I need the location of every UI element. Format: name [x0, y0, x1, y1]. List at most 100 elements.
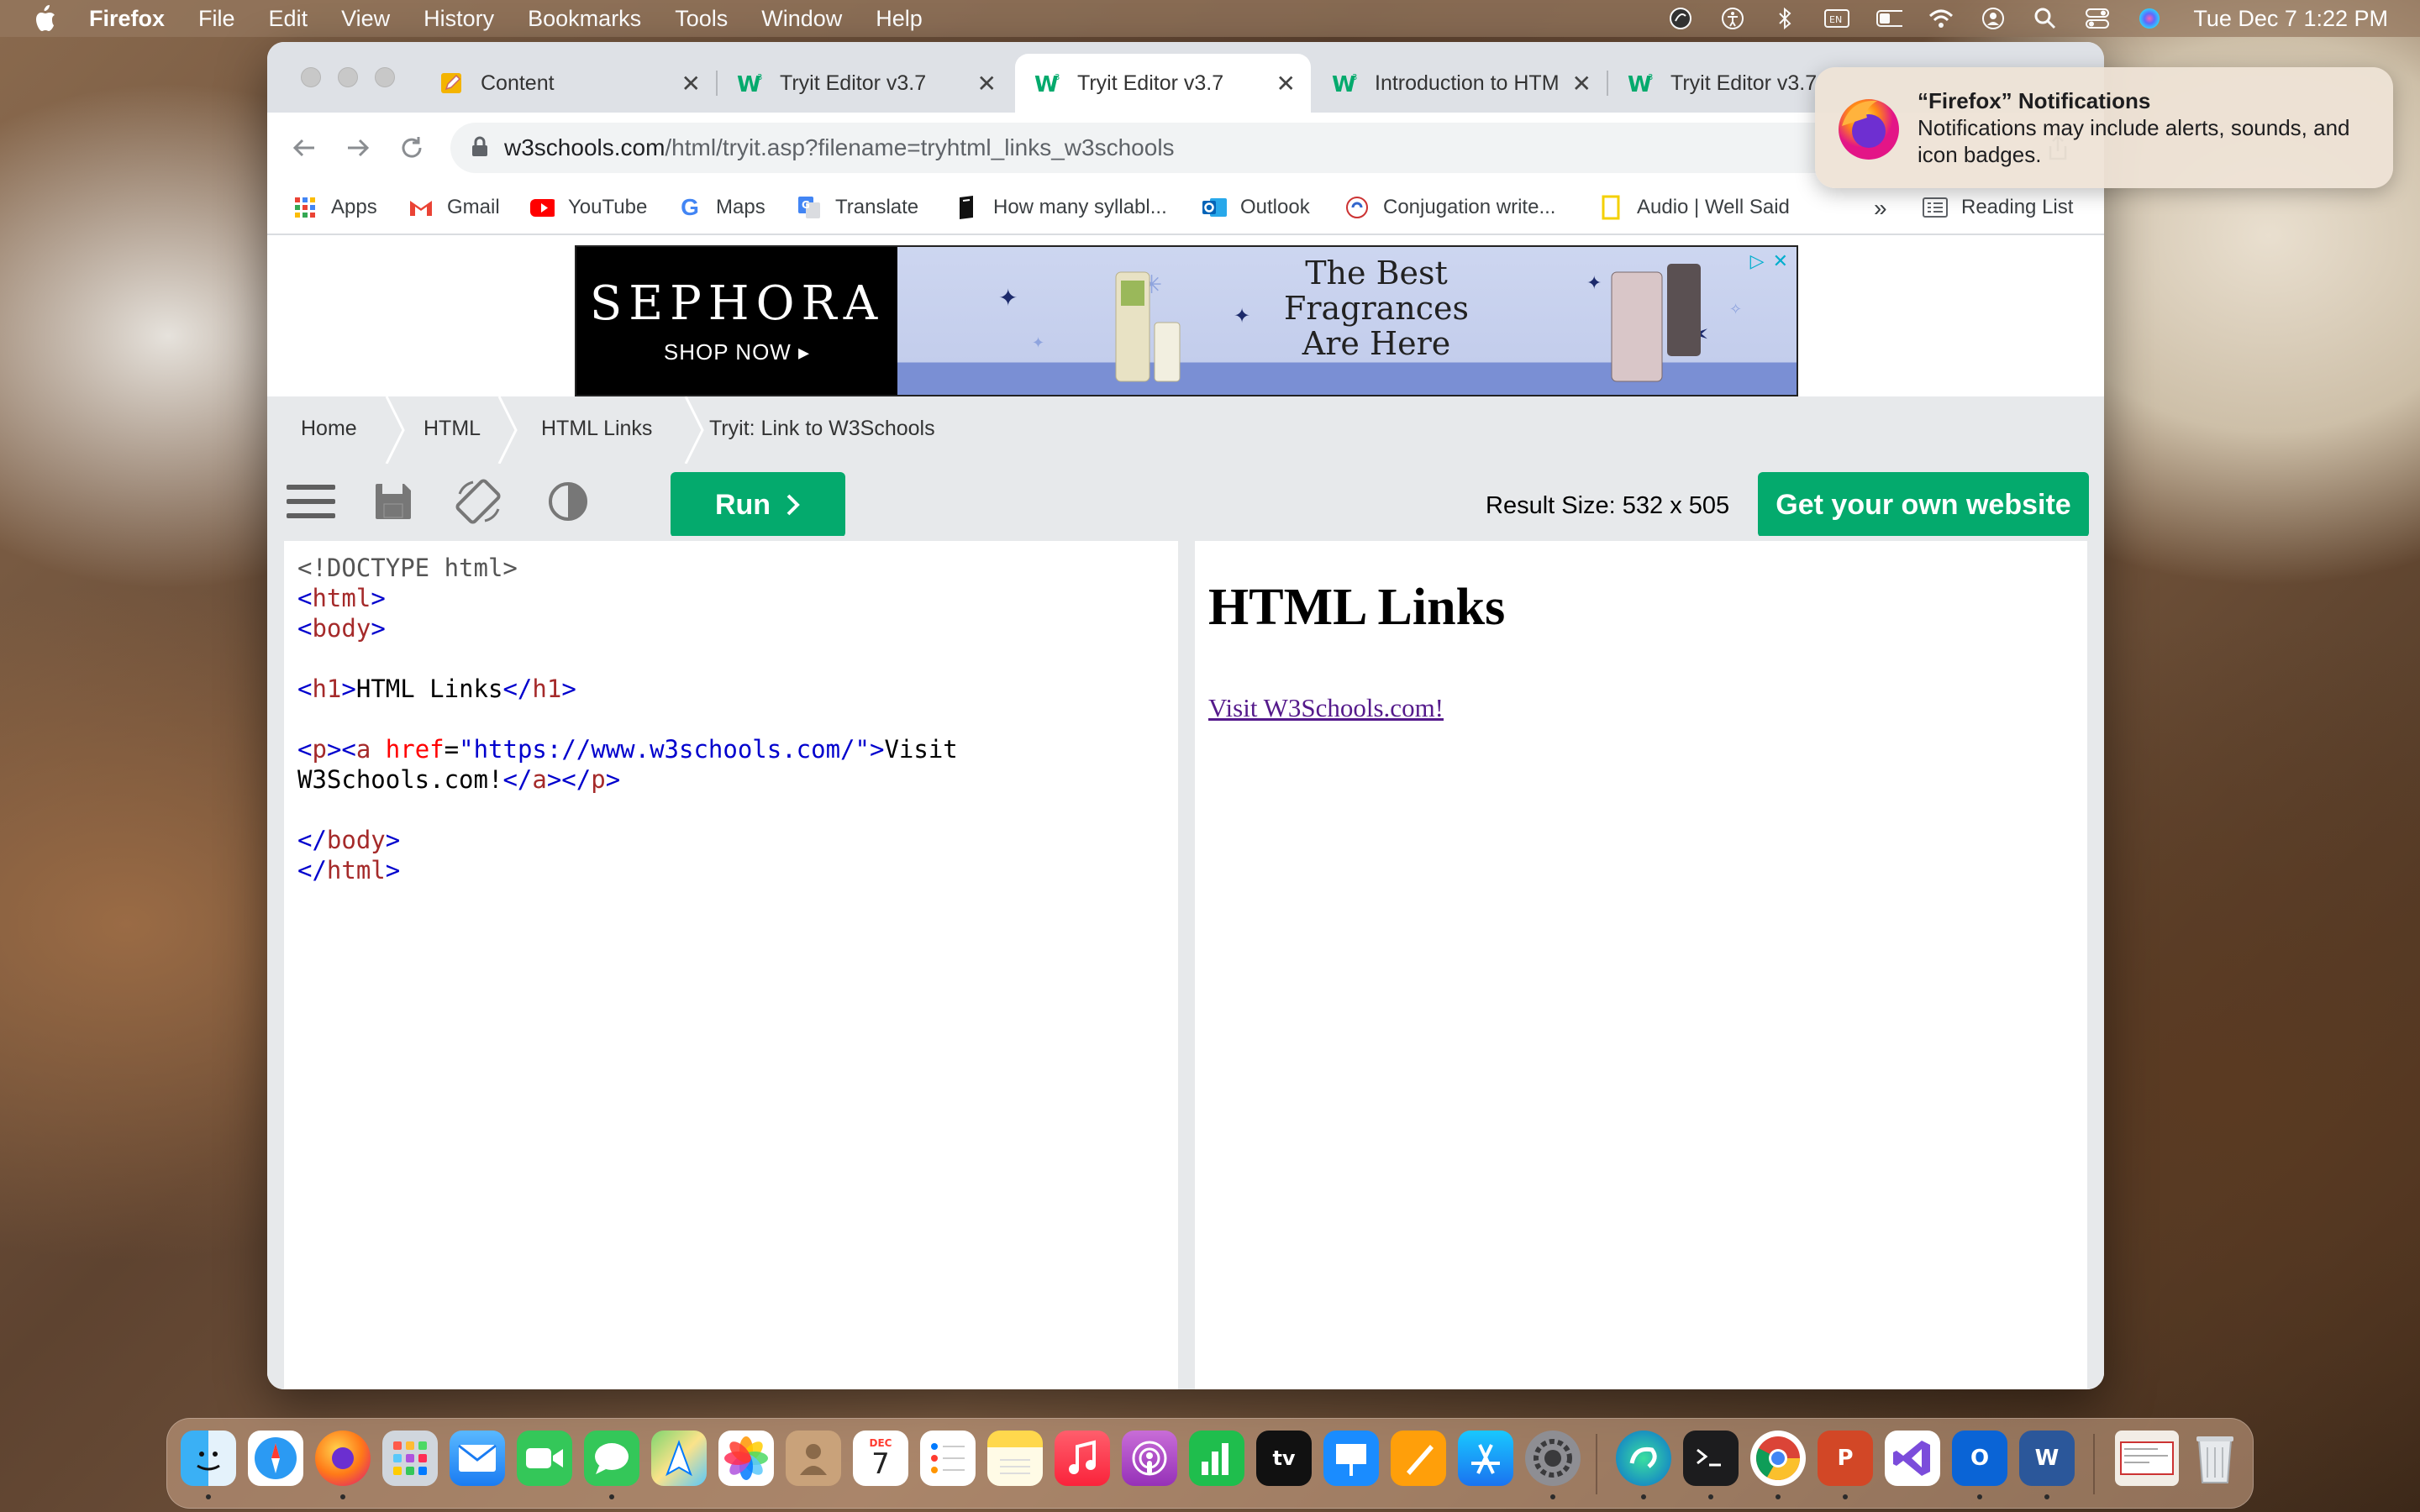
bookmark-conjugation[interactable]: Conjugation write...: [1344, 195, 1555, 220]
contacts-icon[interactable]: [786, 1431, 841, 1486]
pages-icon[interactable]: [1391, 1431, 1446, 1486]
svg-text:EN: EN: [1829, 14, 1842, 25]
bookmarks-overflow-button[interactable]: »: [1874, 195, 1887, 222]
visual-studio-icon[interactable]: [1885, 1431, 1940, 1486]
tab-tryit-active[interactable]: W3 Tryit Editor v3.7 ✕: [1015, 54, 1311, 113]
save-icon[interactable]: [368, 479, 418, 524]
bookmark-gmail[interactable]: Gmail: [408, 195, 500, 220]
tab-close-icon[interactable]: ✕: [1276, 70, 1296, 97]
spotlight-icon[interactable]: [2032, 5, 2059, 32]
breadcrumb-home[interactable]: Home: [301, 417, 357, 441]
numbers-icon[interactable]: [1189, 1431, 1244, 1486]
bookmark-outlook[interactable]: Outlook: [1202, 195, 1310, 220]
close-window-button[interactable]: [301, 67, 321, 87]
result-link[interactable]: Visit W3Schools.com!: [1208, 693, 1444, 723]
system-preferences-icon[interactable]: [1525, 1431, 1581, 1486]
sephora-ad-banner[interactable]: SEPHORA SHOP NOW ▸ ✦✦✦✶ ✳✦✧ The Best Fra…: [575, 245, 1798, 396]
ad-close-icon[interactable]: ✕: [1773, 250, 1788, 272]
firefox-icon[interactable]: [315, 1431, 371, 1486]
wifi-icon[interactable]: [1928, 5, 1954, 32]
tab-tryit-1[interactable]: W3 Tryit Editor v3.7 ✕: [718, 54, 1012, 113]
reminders-icon[interactable]: [920, 1431, 976, 1486]
control-center-icon[interactable]: [2084, 5, 2111, 32]
user-icon[interactable]: [1980, 5, 2007, 32]
mail-icon[interactable]: [450, 1431, 505, 1486]
bookmark-audio-well-said[interactable]: Audio | Well Said: [1598, 195, 1790, 220]
code-editor[interactable]: <!DOCTYPE html> <html> <body> <h1>HTML L…: [284, 541, 1178, 1389]
siri-icon[interactable]: [2136, 5, 2163, 32]
bookmark-translate[interactable]: G Translate: [797, 195, 918, 220]
maps-icon[interactable]: [651, 1431, 707, 1486]
apple-menu-icon[interactable]: [30, 2, 59, 35]
reload-icon[interactable]: [395, 131, 429, 165]
input-source-icon[interactable]: EN: [1823, 5, 1850, 32]
minimize-window-button[interactable]: [338, 67, 358, 87]
svg-text:3: 3: [1648, 73, 1653, 82]
tab-tryit-2[interactable]: W3 Tryit Editor v3.7: [1608, 54, 1818, 113]
menu-hamburger-icon[interactable]: [286, 479, 336, 524]
downloads-stack-icon[interactable]: [2115, 1431, 2179, 1486]
trash-icon[interactable]: [2187, 1431, 2243, 1486]
result-size-label: Result Size: 532 x 505: [1486, 492, 1730, 519]
app-store-icon[interactable]: [1458, 1431, 1513, 1486]
menu-edit[interactable]: Edit: [269, 6, 308, 32]
bookmark-label: Conjugation write...: [1383, 196, 1556, 218]
terminal-icon[interactable]: [1683, 1431, 1739, 1486]
facetime-icon[interactable]: [517, 1431, 572, 1486]
tv-label: tv: [1272, 1446, 1296, 1470]
menu-app-name[interactable]: Firefox: [89, 6, 165, 32]
messages-icon[interactable]: [584, 1431, 639, 1486]
reading-list-button[interactable]: Reading List: [1923, 195, 2073, 220]
outlook-app-icon[interactable]: O: [1952, 1431, 2007, 1486]
tab-close-icon[interactable]: ✕: [681, 70, 701, 97]
menu-help[interactable]: Help: [876, 6, 923, 32]
photos-icon[interactable]: [718, 1431, 774, 1486]
firefox-notification[interactable]: “Firefox” Notifications Notifications ma…: [1815, 67, 2393, 188]
tab-content[interactable]: Content ✕: [418, 54, 716, 113]
tab-close-icon[interactable]: ✕: [1572, 70, 1591, 97]
svg-text:✦: ✦: [1032, 334, 1044, 351]
menu-tools[interactable]: Tools: [675, 6, 728, 32]
bookmark-youtube[interactable]: YouTube: [529, 195, 647, 220]
circle-status-icon[interactable]: [1667, 5, 1694, 32]
forward-arrow-icon[interactable]: [341, 131, 375, 165]
tab-introduction[interactable]: W3 Introduction to HTM ✕: [1313, 54, 1607, 113]
dark-mode-contrast-icon[interactable]: [543, 479, 593, 524]
launchpad-icon[interactable]: [382, 1431, 438, 1486]
menu-bookmarks[interactable]: Bookmarks: [528, 6, 641, 32]
get-your-own-website-button[interactable]: Get your own website: [1758, 472, 2089, 538]
safari-icon[interactable]: [248, 1431, 303, 1486]
bookmark-syllables[interactable]: How many syllabl...: [955, 195, 1167, 220]
bluetooth-icon[interactable]: [1771, 5, 1798, 32]
bookmark-apps[interactable]: Apps: [292, 195, 377, 220]
word-icon[interactable]: W: [2019, 1431, 2075, 1486]
ad-info-icon[interactable]: ▷: [1750, 250, 1765, 272]
powerpoint-icon[interactable]: P: [1818, 1431, 1873, 1486]
breadcrumb-html-links[interactable]: HTML Links: [541, 417, 652, 441]
macos-menu-bar: Firefox File Edit View History Bookmarks…: [0, 0, 2420, 37]
menu-window[interactable]: Window: [761, 6, 842, 32]
keynote-icon[interactable]: [1323, 1431, 1379, 1486]
menu-view[interactable]: View: [341, 6, 390, 32]
apple-tv-icon[interactable]: tv: [1256, 1431, 1312, 1486]
notes-icon[interactable]: [987, 1431, 1043, 1486]
podcasts-icon[interactable]: [1122, 1431, 1177, 1486]
back-arrow-icon[interactable]: [287, 131, 321, 165]
zoom-window-button[interactable]: [375, 67, 395, 87]
finder-icon[interactable]: [181, 1431, 236, 1486]
calendar-icon[interactable]: DEC 7: [853, 1431, 908, 1486]
ad-choices[interactable]: ▷ ✕: [1750, 250, 1788, 272]
edge-canary-icon[interactable]: [1616, 1431, 1671, 1486]
chrome-icon[interactable]: [1750, 1431, 1806, 1486]
menu-file[interactable]: File: [198, 6, 235, 32]
battery-icon[interactable]: [1876, 5, 1903, 32]
tab-close-icon[interactable]: ✕: [977, 70, 997, 97]
accessibility-icon[interactable]: [1719, 5, 1746, 32]
music-icon[interactable]: [1055, 1431, 1110, 1486]
bookmark-maps[interactable]: G Maps: [677, 194, 765, 220]
breadcrumb-html[interactable]: HTML: [424, 417, 481, 441]
menu-history[interactable]: History: [424, 6, 494, 32]
menubar-clock[interactable]: Tue Dec 7 1:22 PM: [2193, 6, 2388, 32]
rotate-layout-icon[interactable]: [454, 479, 504, 524]
run-button[interactable]: Run: [671, 472, 845, 538]
